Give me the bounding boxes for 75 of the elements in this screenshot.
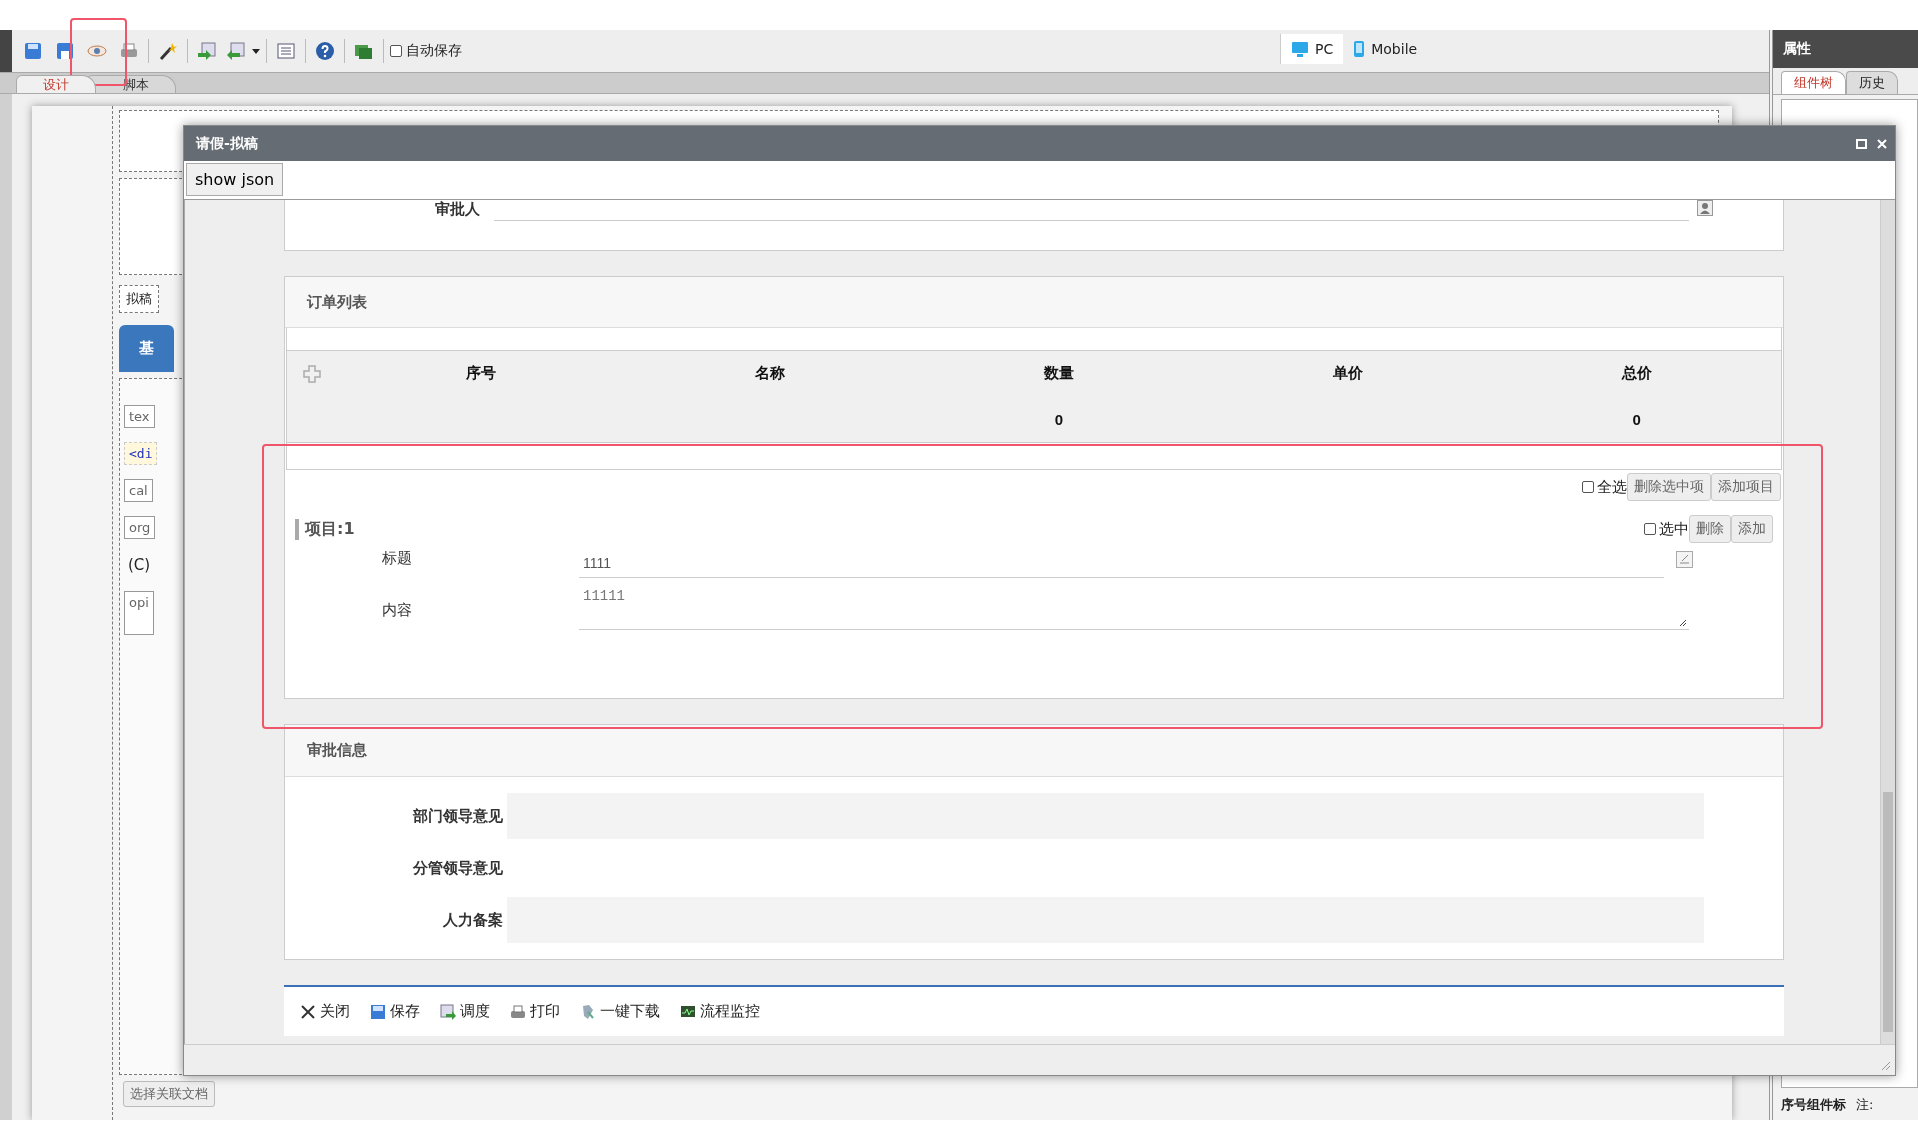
- column-header: 注:: [1856, 1096, 1874, 1114]
- close-icon: [300, 1003, 316, 1020]
- chart-monitor-icon: [680, 1003, 696, 1020]
- transfer-icon: [440, 1003, 456, 1020]
- list-icon[interactable]: [276, 41, 296, 61]
- field-label: 部门领导意见: [412, 806, 503, 826]
- add-button[interactable]: 添加: [1731, 515, 1773, 543]
- field-label: 分管领导意见: [412, 858, 503, 878]
- delete-selected-button[interactable]: 删除选中项: [1627, 473, 1711, 501]
- field-label: (C): [127, 555, 152, 576]
- dialog-title: 请假-拟稿: [196, 134, 258, 153]
- save-icon[interactable]: [23, 41, 43, 61]
- close-icon[interactable]: [1877, 138, 1887, 149]
- checkbox-label: 全选: [1597, 477, 1627, 497]
- action-button[interactable]: 一键下载: [580, 1002, 660, 1021]
- item-heading: 项目:1: [295, 518, 355, 540]
- total-cell-text: 0: [1053, 410, 1065, 428]
- add-item-button[interactable]: 添加项目: [1711, 473, 1781, 501]
- column-header: 总价: [1620, 364, 1653, 383]
- checkbox-label: 选中: [1659, 519, 1689, 539]
- monitor-icon: [1291, 40, 1309, 58]
- section-title: 审批信息: [285, 725, 1783, 777]
- panel-title: 属性: [1773, 30, 1918, 68]
- resize-grip-icon: [1881, 1061, 1891, 1071]
- collapse-handle[interactable]: [0, 30, 12, 72]
- column-header: 单价: [1331, 364, 1364, 383]
- export-icon[interactable]: [226, 41, 246, 61]
- delete-button[interactable]: 删除: [1689, 515, 1731, 543]
- show-json-button[interactable]: show json: [186, 163, 284, 196]
- input-field[interactable]: opi: [124, 591, 154, 635]
- field-label: 拟稿: [119, 285, 159, 313]
- device-toggle[interactable]: Mobile: [1343, 34, 1428, 64]
- caret-icon: [252, 48, 260, 54]
- action-button[interactable]: 关闭: [300, 1002, 350, 1021]
- input-field[interactable]: 1111: [579, 549, 1664, 578]
- field-label: 人力备案: [442, 910, 503, 930]
- section-tab[interactable]: 基: [119, 325, 174, 372]
- action-button[interactable]: 流程监控: [680, 1002, 760, 1021]
- person-icon[interactable]: [1697, 200, 1713, 216]
- code-snippet[interactable]: <di: [124, 442, 158, 465]
- maximize-icon[interactable]: [1856, 138, 1867, 149]
- field-label: 审批人: [434, 200, 480, 219]
- edit-icon[interactable]: [1676, 551, 1693, 568]
- action-button[interactable]: 保存: [370, 1002, 420, 1021]
- column-header: 序号: [465, 364, 498, 383]
- column-header: 名称: [754, 364, 787, 383]
- panel-tab[interactable]: 组件树: [1781, 71, 1846, 94]
- total-cell-text: 0: [1631, 410, 1642, 428]
- help-icon[interactable]: [315, 41, 335, 61]
- column-header: 数量: [1043, 364, 1075, 383]
- editor-tab[interactable]: 设计: [16, 75, 96, 93]
- printer-icon: [510, 1003, 526, 1020]
- import-icon[interactable]: [197, 41, 217, 61]
- scrollbar-thumb[interactable]: [1883, 792, 1893, 1032]
- floppy-icon: [370, 1003, 386, 1020]
- panel-tab[interactable]: 历史: [1846, 71, 1898, 94]
- column-header: 序号组件标: [1781, 1096, 1846, 1114]
- input-field[interactable]: org: [124, 516, 156, 539]
- wand-icon[interactable]: [158, 41, 178, 61]
- action-button[interactable]: 打印: [510, 1002, 560, 1021]
- checkbox[interactable]: [1582, 481, 1594, 493]
- device-toggle[interactable]: PC: [1280, 34, 1344, 64]
- input-field[interactable]: tex: [124, 405, 155, 428]
- checkbox[interactable]: [1644, 523, 1656, 535]
- resize-grip-icon[interactable]: [1679, 619, 1687, 627]
- link-document-button[interactable]: 选择关联文档: [123, 1081, 215, 1107]
- action-button[interactable]: 调度: [440, 1002, 490, 1021]
- field-label: 标题: [382, 549, 413, 569]
- section-title: 订单列表: [285, 277, 1783, 328]
- phone-icon: [1353, 40, 1366, 58]
- autosave-label: 自动保存: [406, 42, 462, 60]
- input-field[interactable]: cal: [124, 479, 153, 502]
- field-label: 内容: [382, 601, 413, 621]
- text-area[interactable]: 11111: [579, 584, 1689, 630]
- checkbox[interactable]: [390, 45, 402, 57]
